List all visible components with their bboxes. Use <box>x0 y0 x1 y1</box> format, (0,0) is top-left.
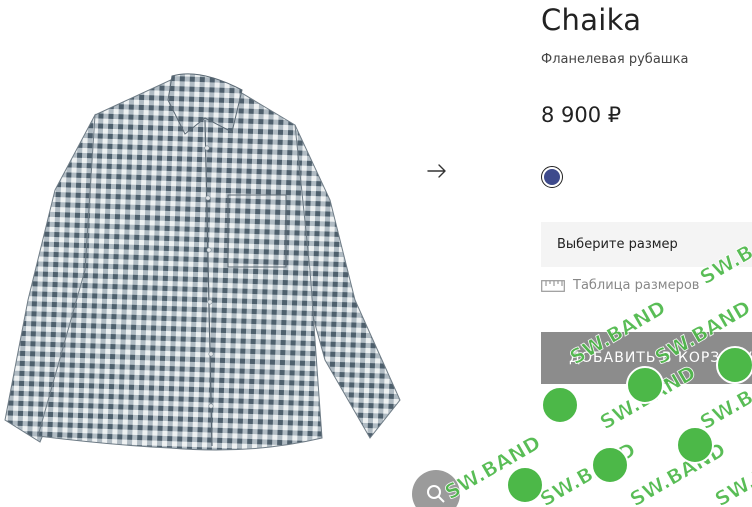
watermark-text: SW.BAND <box>711 437 752 507</box>
color-swatch-dot <box>544 169 560 185</box>
zoom-icon <box>427 485 445 503</box>
size-table-label: Таблица размеров <box>573 278 700 293</box>
ruler-icon <box>541 279 565 292</box>
watermark-logo-icon <box>591 446 629 484</box>
watermark-logo-icon <box>676 426 714 464</box>
watermark-text: SW.BAND <box>626 437 730 507</box>
add-to-cart-button[interactable]: ДОБАВИТЬ В КОРЗИНУ <box>541 332 752 384</box>
add-to-cart-label: ДОБАВИТЬ В КОРЗИНУ <box>569 350 752 366</box>
product-page: Chaika Фланелевая рубашка 8 900 ₽ Выбери… <box>0 0 752 507</box>
arrow-right-icon <box>427 164 446 178</box>
watermark-logo-icon <box>506 466 544 504</box>
product-price: 8 900 ₽ <box>541 103 622 127</box>
size-select-label: Выберите размер <box>557 237 678 252</box>
size-table-link[interactable]: Таблица размеров <box>541 278 699 293</box>
watermark-logo-icon <box>541 386 579 424</box>
watermark-text: SW.BAND <box>536 437 640 507</box>
product-subtitle: Фланелевая рубашка <box>541 52 689 67</box>
product-photo[interactable] <box>0 70 410 460</box>
size-select[interactable]: Выберите размер <box>541 222 752 267</box>
gallery-next-button[interactable] <box>424 158 450 184</box>
zoom-button[interactable] <box>412 470 460 507</box>
product-title: Chaika <box>541 3 642 37</box>
color-swatch[interactable] <box>541 166 563 188</box>
